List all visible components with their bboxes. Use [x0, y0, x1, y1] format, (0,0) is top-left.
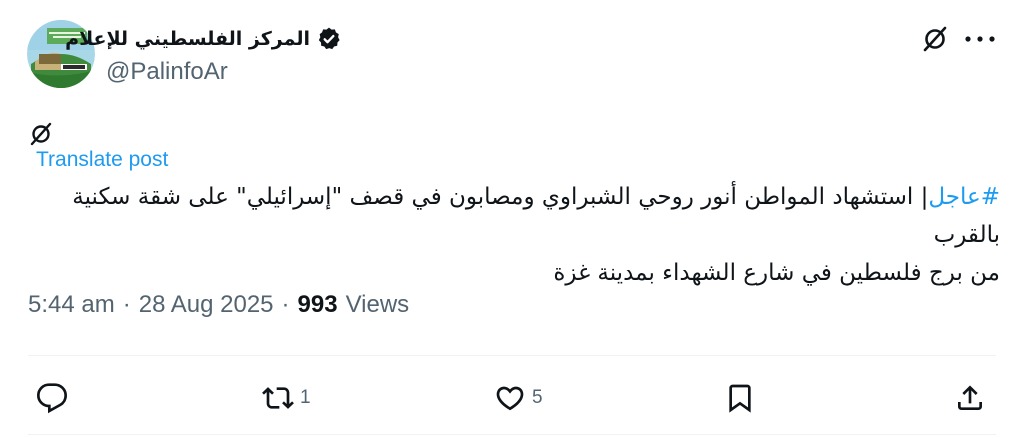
divider: [28, 434, 996, 435]
post-time[interactable]: 5:44 am: [28, 291, 115, 319]
author-display-name: المركز الفلسطيني للإعلام: [65, 28, 310, 50]
views-label: Views: [345, 291, 410, 318]
translate-post-link[interactable]: Translate post: [36, 148, 168, 172]
like-icon: [496, 386, 524, 411]
no-translation-icon[interactable]: [920, 24, 950, 54]
post-text-line-1: #عاجل| استشهاد المواطن أنور روحي الشبراو…: [20, 178, 1000, 254]
post-text-line-1-content: | استشهاد المواطن أنور روحي الشبراوي ومص…: [72, 184, 1000, 248]
like-count: 5: [532, 387, 543, 408]
more-icon[interactable]: [960, 26, 1000, 52]
author-handle[interactable]: @PalinfoAr: [106, 58, 228, 86]
meta-separator: ·: [281, 291, 290, 318]
post-no-translation-icon: [28, 121, 54, 147]
hashtag-link[interactable]: #عاجل: [928, 184, 1000, 210]
meta-separator: ·: [122, 291, 131, 318]
views-count: 993: [297, 291, 338, 318]
share-button[interactable]: [954, 377, 986, 419]
post-meta: 5:44 am · 28 Aug 2025 · 993 Views: [28, 291, 409, 319]
action-bar: 1 5: [0, 377, 1023, 419]
author-name[interactable]: المركز الفلسطيني للإعلام: [65, 22, 342, 56]
reply-icon: [36, 383, 68, 414]
verified-badge-icon: [318, 27, 340, 50]
repost-count: 1: [300, 387, 311, 408]
like-button[interactable]: 5: [494, 377, 543, 419]
divider: [28, 355, 996, 356]
repost-button[interactable]: 1: [262, 377, 311, 419]
reply-button[interactable]: [36, 377, 74, 419]
share-icon: [958, 385, 982, 410]
post-text: #عاجل| استشهاد المواطن أنور روحي الشبراو…: [20, 178, 1000, 292]
post-text-line-2: من برج فلسطين في شارع الشهداء بمدينة غزة: [553, 260, 1000, 286]
repost-icon: [262, 387, 294, 409]
post-date[interactable]: 28 Aug 2025: [139, 291, 274, 319]
bookmark-button[interactable]: [724, 377, 756, 419]
bookmark-icon: [729, 384, 751, 413]
